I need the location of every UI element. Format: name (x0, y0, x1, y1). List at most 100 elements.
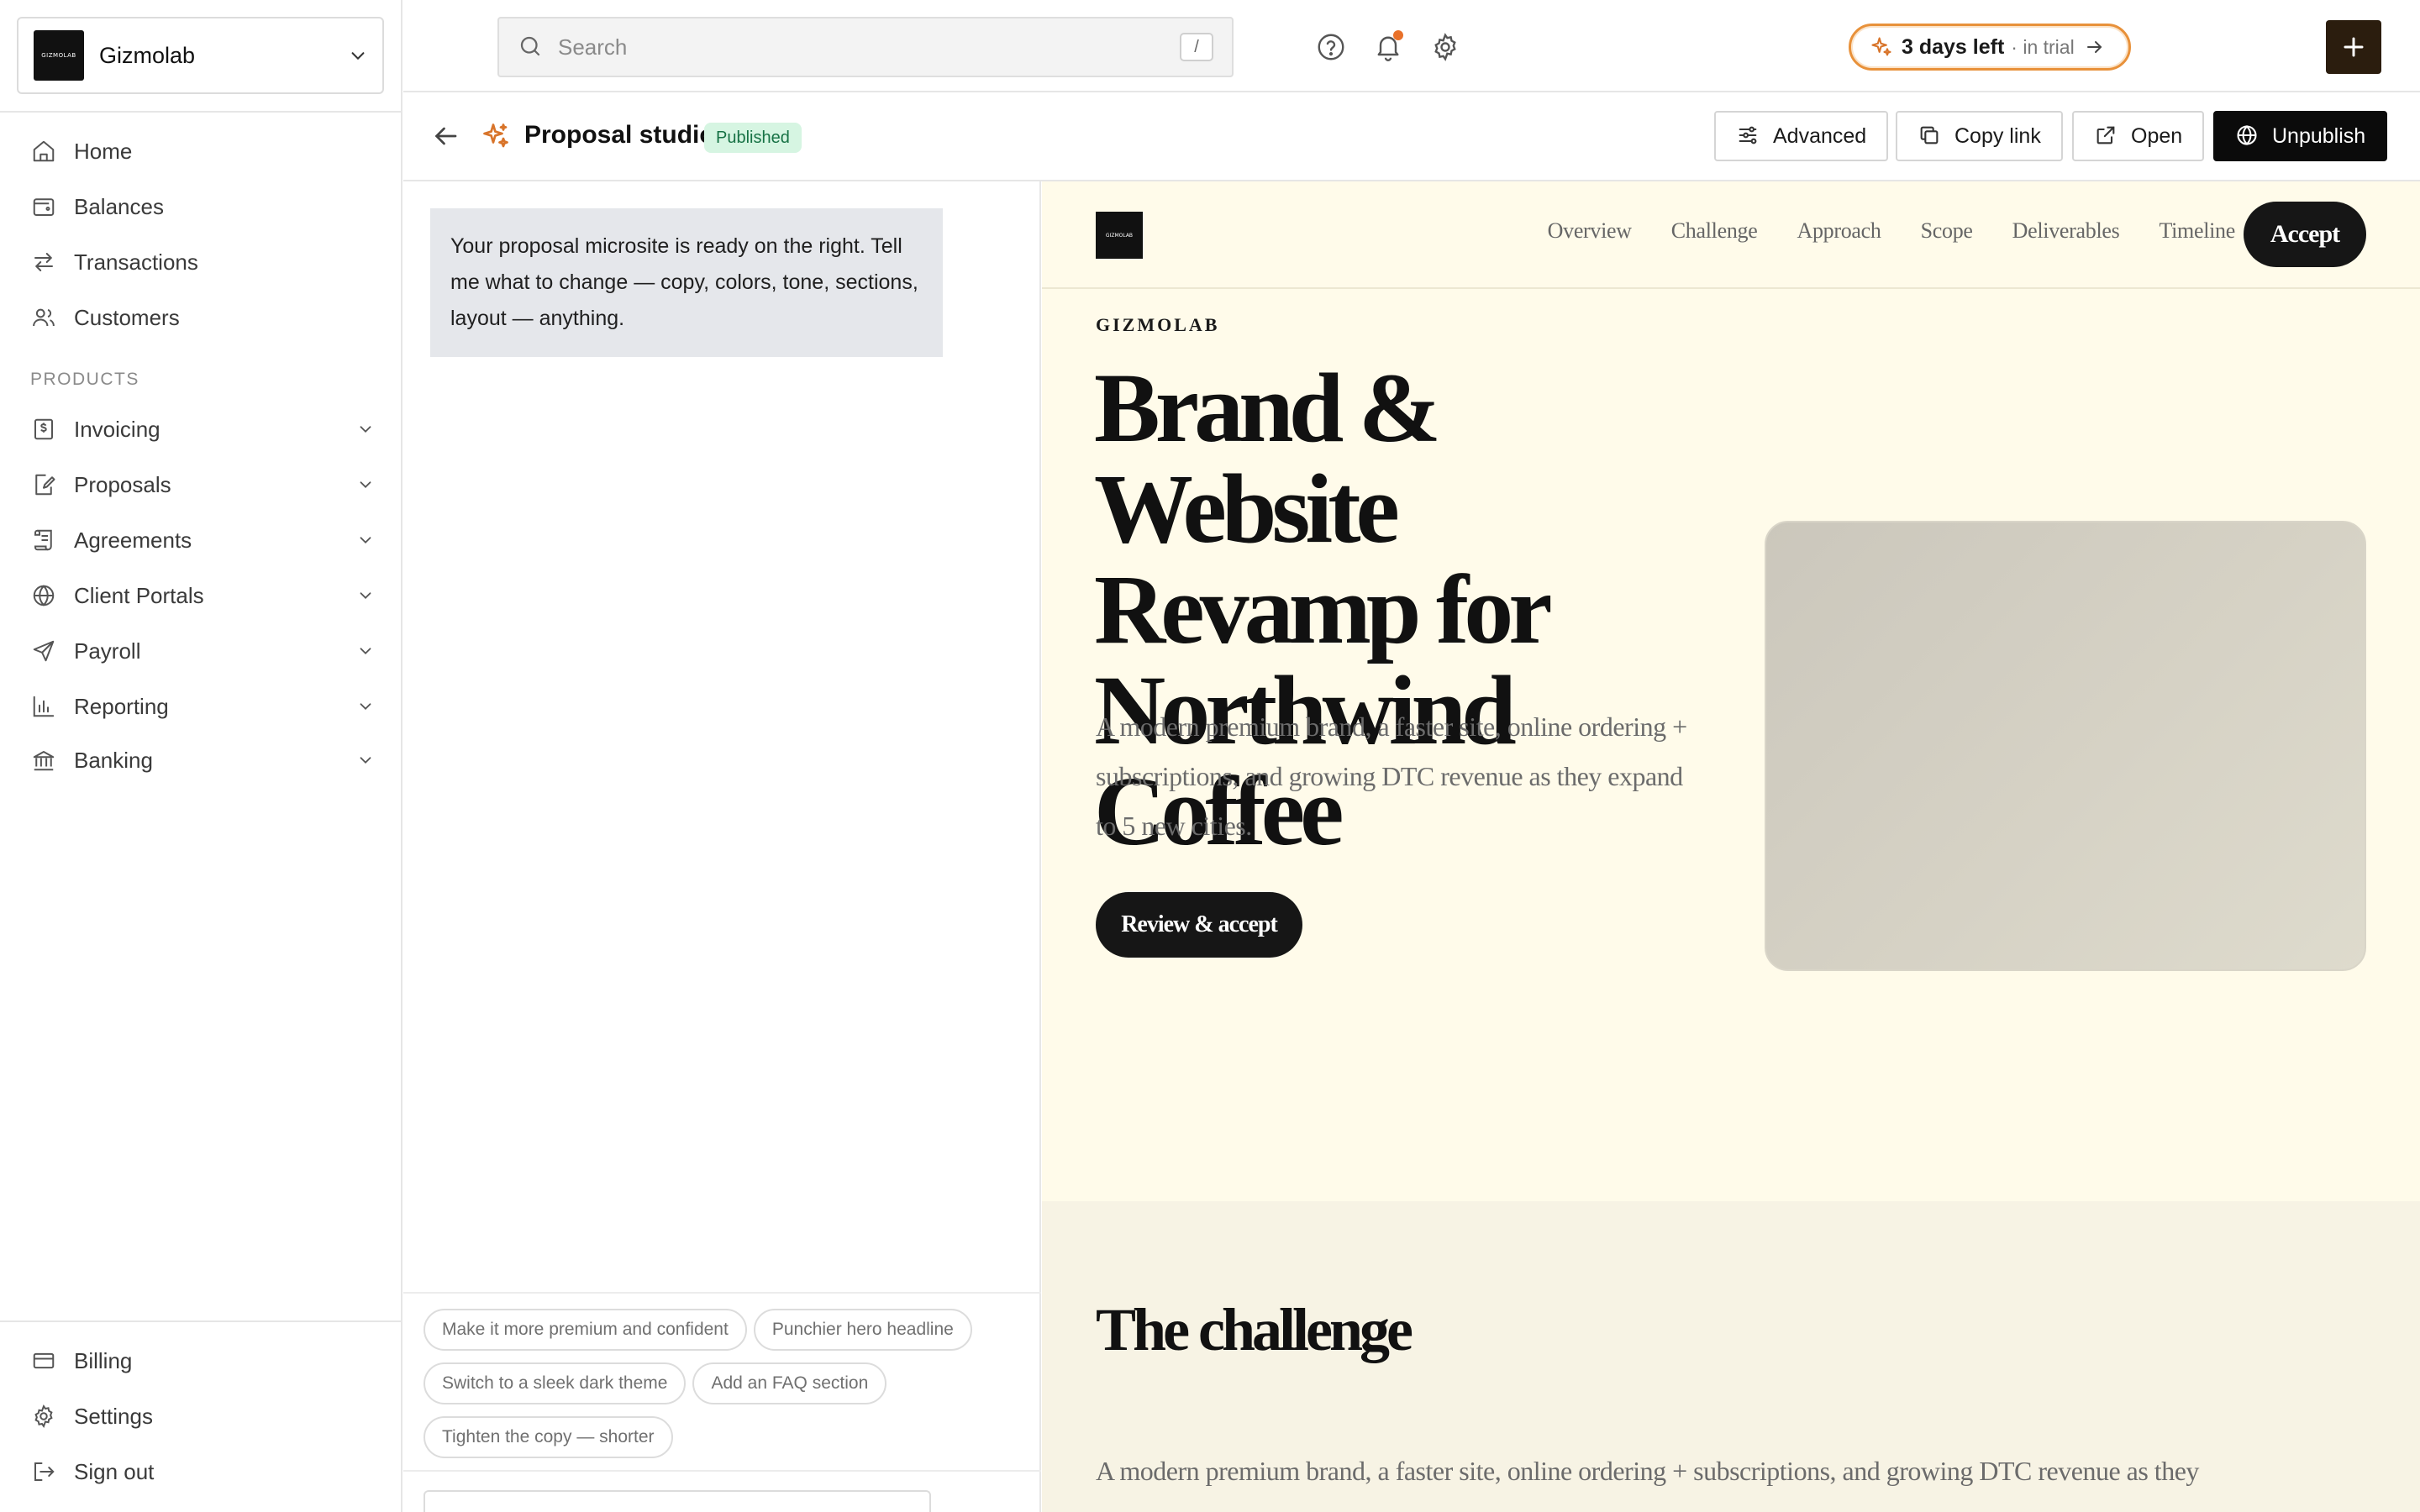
sidebar-item-billing[interactable]: Billing (30, 1340, 375, 1382)
chevron-down-icon (356, 642, 375, 660)
search-icon (518, 34, 544, 60)
bar-chart-icon (30, 693, 57, 720)
page-title: Proposal studio (524, 121, 715, 149)
products-section-label: PRODUCTS (30, 370, 139, 389)
suggestion-chips: Make it more premium and confident Punchi… (403, 1292, 1041, 1485)
globe-icon (30, 582, 57, 609)
hero-subtitle: A modern premium brand, a faster site, o… (1096, 711, 1687, 841)
sidebar-item-label: Home (74, 138, 133, 164)
users-icon (30, 304, 57, 331)
sidebar-item-customers[interactable]: Customers (30, 297, 375, 339)
hero-image-placeholder (1765, 521, 2366, 971)
chevron-down-icon (356, 531, 375, 549)
org-switcher[interactable]: GIZMOLAB Gizmolab (17, 17, 384, 94)
external-link-icon (2094, 123, 2119, 149)
composer-divider (403, 1470, 1041, 1472)
nav-link-scope[interactable]: Scope (1921, 218, 1973, 244)
trial-days-left: 3 days left (1902, 34, 2005, 59)
chevron-down-icon (349, 46, 367, 65)
top-bar: / 3 days left · in trial (403, 0, 2420, 92)
sidebar-item-sign-out[interactable]: Sign out (30, 1451, 375, 1493)
chat-composer[interactable] (424, 1490, 931, 1512)
plus-icon (2341, 34, 2366, 60)
sparkle-icon (481, 121, 513, 153)
suggestion-chip[interactable]: Make it more premium and confident (424, 1309, 747, 1351)
notifications-bell-icon[interactable] (1371, 30, 1405, 64)
sidebar-item-label: Settings (74, 1403, 153, 1429)
open-button[interactable]: Open (2072, 111, 2205, 161)
sidebar-item-label: Transactions (74, 249, 198, 275)
unpublish-label: Unpublish (2272, 123, 2366, 148)
nav-link-deliverables[interactable]: Deliverables (2012, 218, 2120, 244)
arrows-swap-icon (30, 249, 57, 276)
chevron-down-icon (356, 420, 375, 438)
nav-link-approach[interactable]: Approach (1797, 218, 1881, 244)
sign-out-icon (30, 1458, 57, 1485)
nav-link-challenge[interactable]: Challenge (1671, 218, 1758, 244)
sidebar-item-label: Balances (74, 193, 164, 219)
review-accept-button[interactable]: Review & accept (1096, 892, 1302, 958)
sidebar-item-label: Payroll (74, 638, 141, 664)
microsite-nav-links: Overview Challenge Approach Scope Delive… (1508, 218, 2236, 244)
sidebar-item-home[interactable]: Home (30, 130, 375, 172)
copy-link-label: Copy link (1954, 123, 2041, 148)
wallet-icon (30, 193, 57, 220)
unpublish-button[interactable]: Unpublish (2213, 111, 2388, 161)
sidebar-item-invoicing[interactable]: Invoicing (30, 408, 375, 450)
sidebar-item-label: Customers (74, 304, 180, 330)
sidebar-item-client-portals[interactable]: Client Portals (30, 575, 375, 617)
sidebar-item-label: Reporting (74, 693, 169, 719)
create-new-button[interactable] (2326, 20, 2381, 74)
org-logo: GIZMOLAB (34, 30, 84, 81)
sidebar-item-agreements[interactable]: Agreements (30, 519, 375, 561)
chevron-down-icon (356, 586, 375, 605)
credit-card-icon (30, 1347, 57, 1374)
suggestion-chip[interactable]: Switch to a sleek dark theme (424, 1362, 687, 1404)
challenge-section: The challenge A modern premium brand, a … (1042, 1201, 2420, 1512)
gear-icon[interactable] (1428, 30, 1462, 64)
org-name: Gizmolab (99, 42, 196, 68)
globe-icon (2235, 123, 2260, 149)
document-pen-icon (30, 471, 57, 498)
sidebar-item-reporting[interactable]: Reporting (30, 685, 375, 727)
sidebar-divider (0, 111, 402, 113)
help-icon[interactable] (1314, 30, 1348, 64)
trial-pill[interactable]: 3 days left · in trial (1849, 24, 2131, 71)
suggestion-chip[interactable]: Add an FAQ section (692, 1362, 887, 1404)
accept-button[interactable]: Accept (2244, 202, 2366, 267)
back-arrow-icon[interactable] (430, 121, 464, 155)
nav-link-timeline[interactable]: Timeline (2159, 218, 2235, 244)
arrow-right-icon (2085, 37, 2105, 57)
sidebar-item-proposals[interactable]: Proposals (30, 464, 375, 506)
search-box[interactable]: / (497, 17, 1234, 77)
advanced-label: Advanced (1773, 123, 1867, 148)
advanced-button[interactable]: Advanced (1714, 111, 1889, 161)
copy-icon (1918, 123, 1943, 149)
sidebar-item-transactions[interactable]: Transactions (30, 241, 375, 283)
sliders-icon (1736, 123, 1761, 149)
suggestion-chip[interactable]: Punchier hero headline (753, 1309, 972, 1351)
sidebar-item-balances[interactable]: Balances (30, 186, 375, 228)
microsite-logo: GIZMOLAB (1096, 212, 1143, 259)
suggestion-chip[interactable]: Tighten the copy — shorter (424, 1416, 673, 1458)
microsite-preview: GIZMOLAB Overview Challenge Approach Sco… (1042, 181, 2420, 1512)
challenge-text: A modern premium brand, a faster site, o… (1096, 1456, 2199, 1486)
sidebar-item-settings[interactable]: Settings (30, 1395, 375, 1437)
invoice-dollar-icon (30, 416, 57, 443)
open-label: Open (2131, 123, 2183, 148)
sidebar-item-banking[interactable]: Banking (30, 739, 375, 781)
chevron-down-icon (356, 697, 375, 716)
challenge-heading: The challenge (1096, 1296, 1413, 1363)
search-input[interactable] (558, 34, 1180, 60)
sidebar-item-label: Sign out (74, 1458, 155, 1484)
chat-panel: Your proposal microsite is ready on the … (403, 181, 1041, 1512)
copy-link-button[interactable]: Copy link (1896, 111, 2063, 161)
sparkle-icon (1870, 35, 1893, 59)
sidebar-item-payroll[interactable]: Payroll (30, 630, 375, 672)
trial-status: · in trial (2011, 35, 2075, 58)
sidebar-divider (0, 1320, 402, 1322)
chevron-down-icon (356, 475, 375, 494)
sidebar-item-label: Billing (74, 1347, 133, 1373)
nav-link-overview[interactable]: Overview (1548, 218, 1632, 244)
sidebar-item-label: Proposals (74, 471, 171, 497)
